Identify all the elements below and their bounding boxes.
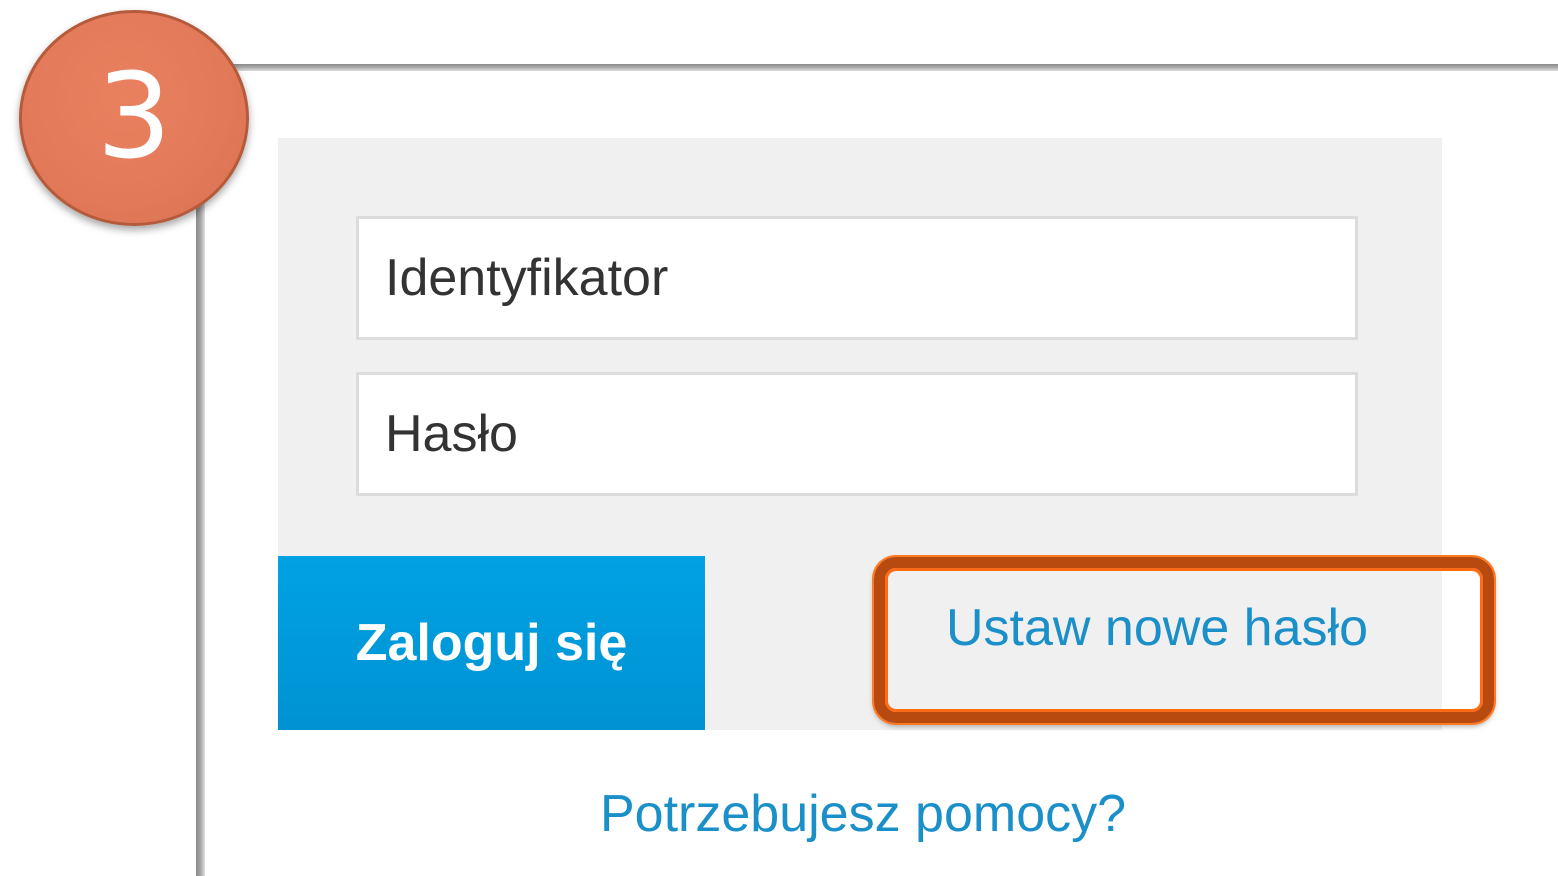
help-link[interactable]: Potrzebujesz pomocy? — [600, 784, 1126, 844]
step-number: 3 — [96, 47, 172, 185]
reset-password-link[interactable]: Ustaw nowe hasło — [946, 598, 1368, 658]
step-badge: 3 — [19, 10, 249, 226]
identifier-field[interactable]: Identyfikator — [356, 216, 1358, 340]
password-field[interactable]: Hasło — [356, 372, 1358, 496]
password-placeholder: Hasło — [385, 405, 518, 463]
login-button-label: Zaloguj się — [355, 614, 628, 672]
login-panel: Identyfikator Hasło Zaloguj się Ustaw no… — [278, 138, 1442, 730]
login-button[interactable]: Zaloguj się — [278, 556, 705, 730]
annotated-screenshot: Identyfikator Hasło Zaloguj się Ustaw no… — [0, 0, 1558, 876]
screenshot-frame-top — [200, 64, 1558, 71]
identifier-placeholder: Identyfikator — [385, 249, 669, 307]
